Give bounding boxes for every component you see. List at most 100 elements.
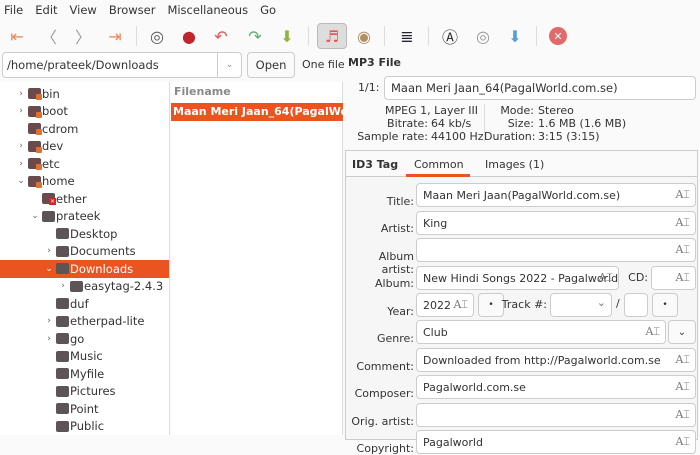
tree-item[interactable]: cdrom <box>0 120 169 138</box>
track-apply-button[interactable]: • <box>652 293 678 317</box>
apply-to-all-icon[interactable]: A⌶ <box>675 353 690 367</box>
chevron-right-icon[interactable]: › <box>44 246 54 256</box>
menu-view[interactable]: View <box>70 3 97 17</box>
orig-artist-input[interactable]: A⌶ <box>416 403 696 427</box>
title-input[interactable]: Maan Meri Jaan(PagalWorld.com.se) A⌶ <box>416 183 696 207</box>
chevron-down-icon[interactable]: ⌄ <box>30 211 40 221</box>
chevron-right-icon[interactable]: › <box>44 316 54 326</box>
tree-item[interactable]: › go <box>0 330 169 348</box>
directory-tree[interactable]: › bin › boot cdrom › dev › etc ⌄ home × ether ⌄ pratee… <box>0 82 170 435</box>
folder-icon <box>56 333 69 344</box>
list-view-icon[interactable]: ≣ <box>394 23 420 49</box>
menu-browser[interactable]: Browser <box>109 3 156 17</box>
apply-to-all-icon[interactable]: A⌶ <box>675 408 690 422</box>
cd-input[interactable]: A⌶ <box>651 266 696 290</box>
composer-input[interactable]: Pagalworld.com.se A⌶ <box>416 375 696 399</box>
track-input[interactable]: ⌄ <box>550 293 612 317</box>
folder-icon <box>56 245 69 257</box>
album-artist-input[interactable]: A⌶ <box>416 238 696 262</box>
chevron-right-icon[interactable]: › <box>58 281 68 291</box>
filename-column-header[interactable]: Filename <box>174 85 231 98</box>
tree-item[interactable]: Music <box>0 348 169 366</box>
folder-icon <box>56 350 69 362</box>
tree-item[interactable]: duf <box>0 295 169 313</box>
folder-icon <box>28 158 42 170</box>
chevron-right-icon[interactable]: › <box>16 141 26 151</box>
apply-to-all-icon[interactable]: A⌶ <box>675 380 690 394</box>
tree-item[interactable]: ⌄ Downloads <box>0 260 169 278</box>
tree-item[interactable]: Public <box>0 418 169 436</box>
apply-to-all-icon[interactable]: A⌶ <box>675 188 690 202</box>
folder-icon <box>28 88 42 100</box>
folder-icon <box>42 210 55 222</box>
tree-item[interactable]: › Documents <box>0 243 169 261</box>
tree-item[interactable]: ⌄ home <box>0 173 169 191</box>
cd-label: CD: <box>628 271 648 284</box>
tag-view-icon[interactable]: ♬ <box>317 23 347 49</box>
tree-item-label: etc <box>42 156 60 171</box>
remove-tags-icon[interactable]: ● <box>176 23 202 49</box>
apply-to-all-icon[interactable]: A⌶ <box>675 243 690 257</box>
chevron-right-icon[interactable]: › <box>44 334 54 344</box>
chevron-right-icon[interactable]: › <box>16 89 26 99</box>
tree-item-label: easytag-2.4.3 <box>84 279 164 294</box>
chevron-right-icon[interactable]: › <box>16 106 26 116</box>
artist-input[interactable]: King A⌶ <box>416 211 696 235</box>
load-filenames-icon[interactable]: ⬇ <box>502 23 528 49</box>
track-total-input[interactable] <box>624 293 648 317</box>
genre-dropdown-button[interactable]: ⌄ <box>668 320 696 344</box>
cd-icon[interactable]: ◎ <box>470 23 496 49</box>
chevron-down-icon[interactable]: ⌄ <box>44 264 54 274</box>
save-icon[interactable]: ⬇ <box>274 23 300 49</box>
chevron-down-icon[interactable]: ⌄ <box>16 176 26 186</box>
cddb-search-icon[interactable]: ◉ <box>351 23 377 49</box>
search-icon[interactable]: Ⓐ <box>437 23 463 49</box>
tree-item[interactable]: › bin <box>0 85 169 103</box>
chevron-down-icon[interactable]: ⌄ <box>217 53 241 77</box>
tree-item[interactable]: Myfile <box>0 365 169 383</box>
scan-files-icon[interactable]: ◎ <box>144 23 170 49</box>
folder-icon <box>56 385 69 397</box>
path-value: /home/prateek/Downloads <box>7 58 159 72</box>
open-button[interactable]: Open <box>247 52 295 78</box>
file-row[interactable]: Maan Meri Jaan_64(PagalWorld.com.se) <box>171 103 343 121</box>
redo-icon[interactable]: ↷ <box>242 23 268 49</box>
folder-icon <box>56 298 69 309</box>
tree-item[interactable]: × ether <box>0 190 169 208</box>
apply-to-all-icon[interactable]: A⌶ <box>675 271 690 285</box>
first-file-icon[interactable]: ⇤ <box>4 23 30 49</box>
menu-bar: File Edit View Browser Miscellaneous Go <box>0 0 700 20</box>
tree-item-label: prateek <box>56 209 101 224</box>
artist-value: King <box>423 216 448 230</box>
tree-item[interactable]: Point <box>0 400 169 418</box>
apply-to-all-icon[interactable]: A⌶ <box>675 216 690 230</box>
copyright-input[interactable]: Pagalworld A⌶ <box>416 430 696 454</box>
tree-item[interactable]: › boot <box>0 103 169 121</box>
last-file-icon[interactable]: ⇥ <box>102 23 128 49</box>
menu-file[interactable]: File <box>4 3 23 17</box>
menu-edit[interactable]: Edit <box>35 3 57 17</box>
tree-item[interactable]: Pictures <box>0 383 169 401</box>
menu-miscellaneous[interactable]: Miscellaneous <box>167 3 248 17</box>
tree-item[interactable]: › etc <box>0 155 169 173</box>
previous-file-icon[interactable]: 〈 <box>36 23 62 49</box>
tree-item[interactable]: › dev <box>0 138 169 156</box>
comment-input[interactable]: Downloaded from http://Pagalworld.com.se… <box>416 348 696 372</box>
genre-input[interactable]: Club A⌶ <box>416 320 666 344</box>
tree-item-label: Desktop <box>70 226 118 241</box>
chevron-right-icon[interactable]: › <box>16 159 26 169</box>
file-list[interactable]: Filename Maan Meri Jaan_64(PagalWorld.co… <box>171 82 343 435</box>
apply-to-all-icon[interactable]: A⌶ <box>675 435 690 449</box>
menu-go[interactable]: Go <box>260 3 276 17</box>
tree-item[interactable]: Desktop <box>0 225 169 243</box>
tree-item[interactable]: › etherpad-lite <box>0 313 169 331</box>
next-file-icon[interactable]: 〉 <box>70 23 96 49</box>
path-input[interactable]: /home/prateek/Downloads ⌄ <box>2 52 242 78</box>
stop-icon[interactable]: ✕ <box>549 27 567 45</box>
composer-value: Pagalworld.com.se <box>423 380 526 394</box>
apply-to-all-icon[interactable]: A⌶ <box>645 325 660 339</box>
chevron-down-icon[interactable]: ⌄ <box>597 296 606 309</box>
tree-item[interactable]: ⌄ prateek <box>0 208 169 226</box>
tree-item[interactable]: › easytag-2.4.3 <box>0 278 169 296</box>
undo-icon[interactable]: ↶ <box>208 23 234 49</box>
